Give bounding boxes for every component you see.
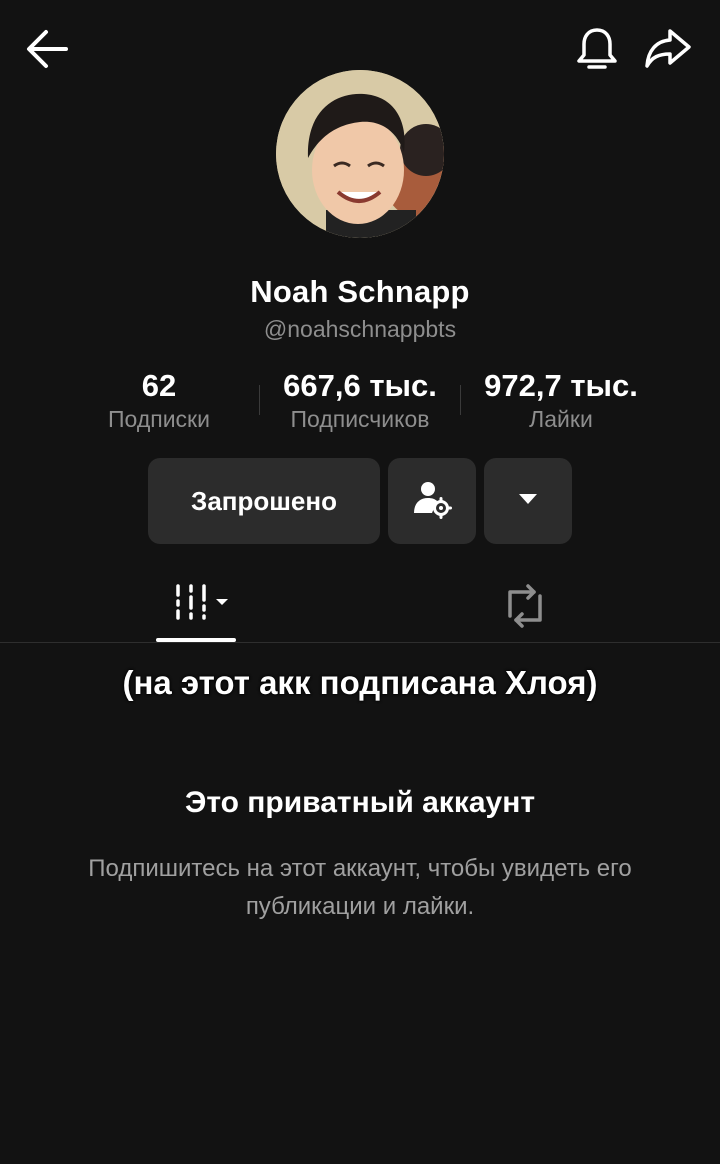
- stat-divider: [460, 385, 461, 415]
- back-arrow-icon[interactable]: [22, 26, 72, 72]
- user-settings-button[interactable]: [388, 458, 476, 544]
- stat-likes[interactable]: 972,7 тыс. Лайки: [464, 368, 658, 433]
- profile-handle: @noahschnappbts: [263, 316, 457, 342]
- user-gear-icon: [412, 479, 452, 524]
- stat-value: 667,6 тыс.: [283, 368, 437, 403]
- tabs-divider: [0, 642, 720, 643]
- stat-value: 62: [141, 368, 177, 403]
- bell-icon[interactable]: [572, 24, 622, 74]
- tab-videos[interactable]: [156, 572, 236, 640]
- stat-following[interactable]: 62 Подписки: [84, 368, 234, 433]
- stat-divider: [259, 385, 260, 415]
- private-account-description: Подпишитесь на этот аккаунт, чтобы увиде…: [88, 855, 632, 920]
- share-icon[interactable]: [642, 26, 694, 72]
- private-account-title: Это приватный аккаунт: [184, 786, 536, 819]
- requested-button[interactable]: Запрошено: [148, 458, 380, 544]
- stat-label: Подписчиков: [290, 406, 430, 432]
- tab-reposts[interactable]: [490, 572, 560, 640]
- stat-label: Лайки: [529, 406, 593, 432]
- stat-followers[interactable]: 667,6 тыс. Подписчиков: [262, 368, 458, 433]
- stat-label: Подписки: [108, 406, 210, 432]
- stat-value: 972,7 тыс.: [484, 368, 638, 403]
- caret-down-icon: [516, 491, 540, 512]
- more-options-button[interactable]: [484, 458, 572, 544]
- profile-name: Noah Schnapp: [250, 274, 470, 309]
- avatar[interactable]: [276, 70, 444, 238]
- overlay-caption: (на этот акк подписана Хлоя): [122, 664, 598, 701]
